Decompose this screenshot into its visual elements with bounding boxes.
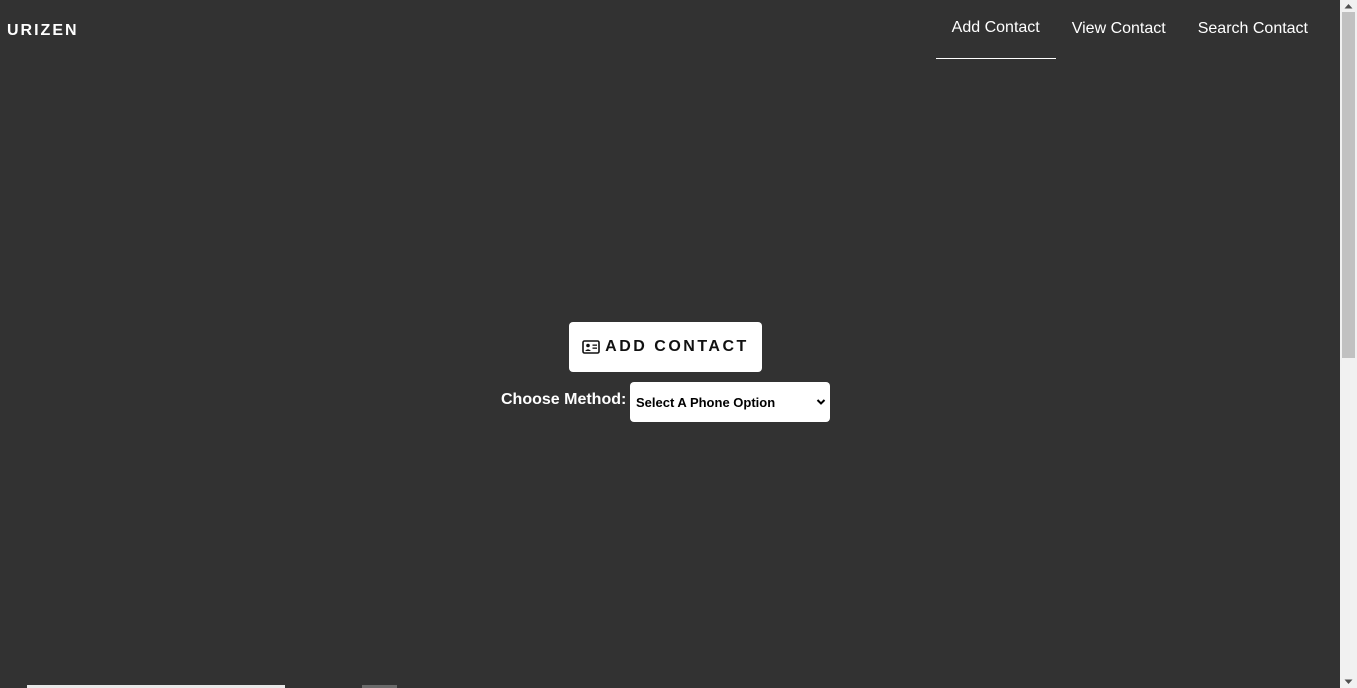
nav-search-contact[interactable]: Search Contact: [1182, 0, 1324, 59]
chevron-down-icon: [816, 399, 826, 405]
scrollbar-thumb[interactable]: [1342, 12, 1355, 358]
top-nav: Add Contact View Contact Search Contact: [935, 0, 1324, 59]
vertical-scrollbar[interactable]: [1340, 0, 1357, 688]
phone-option-select[interactable]: Select A Phone Option: [630, 382, 830, 422]
nav-view-contact[interactable]: View Contact: [1056, 0, 1182, 59]
choose-method-label: Choose Method:: [501, 391, 627, 408]
add-contact-button[interactable]: ADD CONTACT: [569, 322, 762, 372]
scroll-down-arrow-icon[interactable]: [1344, 679, 1353, 685]
brand-logo[interactable]: URIZEN: [7, 22, 79, 40]
page: URIZEN Add Contact View Contact Search C…: [0, 0, 1340, 688]
address-card-icon: [582, 340, 600, 354]
scroll-up-arrow-icon[interactable]: [1344, 3, 1353, 9]
phone-option-selected-value: Select A Phone Option: [636, 394, 776, 410]
nav-add-contact[interactable]: Add Contact: [935, 0, 1056, 59]
add-contact-button-label: ADD CONTACT: [605, 338, 749, 355]
